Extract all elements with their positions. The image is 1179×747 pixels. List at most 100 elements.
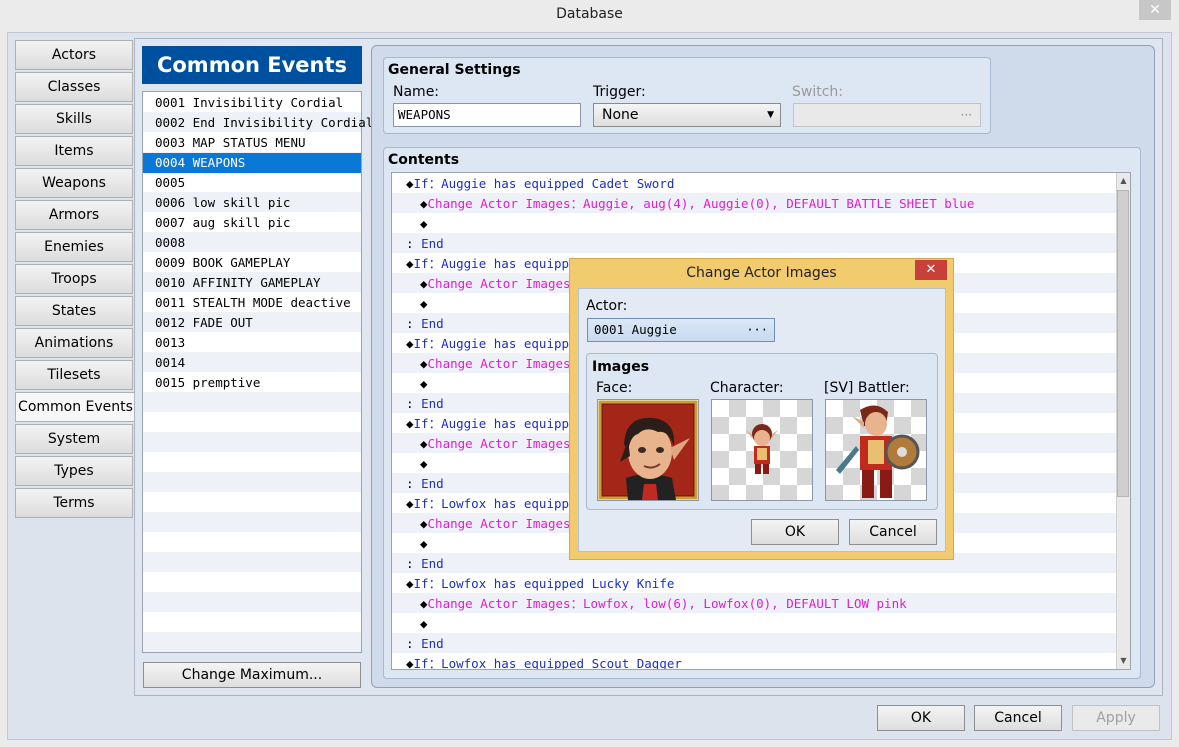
command-line[interactable]: ◆Change Actor Images：Auggie, aug(4), Aug… <box>392 194 1116 214</box>
dialog-cancel-button[interactable]: Cancel <box>849 519 937 545</box>
contents-scrollbar-thumb[interactable] <box>1117 190 1129 497</box>
diamond-icon: ◆ <box>420 436 428 451</box>
battler-label: [SV] Battler: <box>824 380 910 396</box>
list-item[interactable]: 0006 low skill pic <box>143 193 361 213</box>
tab-states[interactable]: States <box>15 296 133 326</box>
command-text: End <box>421 556 444 571</box>
tab-animations[interactable]: Animations <box>15 328 133 358</box>
cancel-button[interactable]: Cancel <box>974 705 1062 731</box>
dialog-title: Change Actor Images <box>686 265 837 281</box>
command-text: : <box>406 476 422 491</box>
contents-title: Contents <box>388 152 460 168</box>
actor-selector[interactable]: 0001 Auggie ··· <box>587 318 775 342</box>
list-item[interactable]: 0012 FADE OUT <box>143 313 361 333</box>
command-line[interactable]: ◆If：Lowfox has equipped Lucky Knife <box>392 574 1116 594</box>
list-item[interactable]: 0004 WEAPONS <box>143 153 361 173</box>
command-line[interactable]: : End <box>392 634 1116 654</box>
diamond-icon: ◆ <box>406 496 414 511</box>
command-text: End <box>421 236 444 251</box>
face-image-box[interactable] <box>597 399 699 501</box>
diamond-icon: ◆ <box>406 416 414 431</box>
list-item[interactable]: 0009 BOOK GAMEPLAY <box>143 253 361 273</box>
change-maximum-button[interactable]: Change Maximum... <box>143 662 361 688</box>
character-image-box[interactable] <box>711 399 813 501</box>
command-text: : <box>406 236 422 251</box>
ellipsis-icon: ··· <box>746 323 768 337</box>
command-text: If：Lowfox has equipped Scout Dagger <box>413 656 682 670</box>
command-text: Change Actor Images：Lowfox, low(6), Lowf… <box>427 596 907 611</box>
command-text: Change Actor Images <box>427 516 571 531</box>
battler-image-box[interactable] <box>825 399 927 501</box>
diamond-icon: ◆ <box>406 256 414 271</box>
diamond-icon: ◆ <box>420 376 428 391</box>
diamond-icon: ◆ <box>420 536 428 551</box>
tab-common-events[interactable]: Common Events <box>15 392 135 422</box>
tab-classes[interactable]: Classes <box>15 72 133 102</box>
list-item[interactable]: 0010 AFFINITY GAMEPLAY <box>143 273 361 293</box>
trigger-select[interactable]: None ▼ <box>593 103 781 127</box>
tab-enemies[interactable]: Enemies <box>15 232 133 262</box>
tab-items[interactable]: Items <box>15 136 133 166</box>
name-label: Name: <box>393 84 440 100</box>
window-title: Database <box>556 6 623 22</box>
diamond-icon: ◆ <box>406 336 414 351</box>
command-line[interactable]: ◆ <box>392 214 1116 234</box>
tab-troops[interactable]: Troops <box>15 264 133 294</box>
tab-weapons[interactable]: Weapons <box>15 168 133 198</box>
list-item[interactable]: 0011 STEALTH MODE deactive <box>143 293 361 313</box>
diamond-icon: ◆ <box>406 576 414 591</box>
command-text: End <box>421 396 444 411</box>
command-line[interactable]: ◆If：Lowfox has equipped Scout Dagger <box>392 654 1116 670</box>
close-icon: ✕ <box>925 262 937 277</box>
apply-button[interactable]: Apply <box>1072 705 1160 731</box>
diamond-icon: ◆ <box>420 516 428 531</box>
switch-label: Switch: <box>792 84 844 100</box>
diamond-icon: ◆ <box>420 296 428 311</box>
list-item[interactable]: 0008 <box>143 233 361 253</box>
tab-armors[interactable]: Armors <box>15 200 133 230</box>
actor-label: Actor: <box>586 298 628 314</box>
tab-tilesets[interactable]: Tilesets <box>15 360 133 390</box>
tab-types[interactable]: Types <box>15 456 133 486</box>
dialog-close-button[interactable]: ✕ <box>915 260 947 280</box>
switch-selector[interactable]: ··· <box>793 103 981 127</box>
trigger-value: None <box>602 107 639 123</box>
general-settings-title: General Settings <box>388 62 521 78</box>
common-events-list[interactable]: 0001 Invisibility Cordial 0002 End Invisi… <box>142 91 373 653</box>
dialog-ok-button[interactable]: OK <box>751 519 839 545</box>
list-item[interactable]: 0002 End Invisibility Cordial <box>143 113 373 133</box>
command-text: End <box>421 476 444 491</box>
list-item[interactable]: 0007 aug skill pic <box>143 213 361 233</box>
command-text: If：Auggie has equipped <box>413 256 585 271</box>
command-text: End <box>421 316 444 331</box>
window-close-button[interactable]: ✕ <box>1139 0 1171 20</box>
list-item[interactable]: 0013 <box>143 333 361 353</box>
command-text: If：Auggie has equipped <box>413 416 585 431</box>
command-text: If：Auggie has equipped <box>413 336 585 351</box>
list-item[interactable]: 0014 <box>143 353 361 373</box>
ok-button[interactable]: OK <box>877 705 965 731</box>
command-line[interactable]: : End <box>392 234 1116 254</box>
list-item[interactable]: 0003 MAP STATUS MENU <box>143 133 361 153</box>
tab-actors[interactable]: Actors <box>15 40 133 70</box>
name-input[interactable]: WEAPONS <box>393 103 581 127</box>
command-text: : <box>406 316 422 331</box>
tab-terms[interactable]: Terms <box>15 488 133 518</box>
diamond-icon: ◆ <box>406 176 414 191</box>
diamond-icon: ◆ <box>420 456 428 471</box>
chevron-down-icon: ▼ <box>767 110 774 120</box>
command-text: Change Actor Images：Auggie, aug(4), Augg… <box>427 196 975 211</box>
command-line[interactable]: ◆If：Auggie has equipped Cadet Sword <box>392 174 1116 194</box>
scroll-down-icon[interactable]: ▼ <box>1117 653 1130 669</box>
list-item[interactable]: 0005 <box>143 173 361 193</box>
command-line[interactable]: ◆ <box>392 614 1116 634</box>
list-header: Common Events <box>142 46 362 84</box>
scroll-up-icon[interactable]: ▲ <box>1117 173 1130 189</box>
list-item[interactable]: 0001 Invisibility Cordial <box>143 93 361 113</box>
list-item[interactable]: 0015 premptive <box>143 373 361 393</box>
command-text: : <box>406 636 422 651</box>
character-label: Character: <box>710 380 784 396</box>
tab-skills[interactable]: Skills <box>15 104 133 134</box>
command-line[interactable]: ◆Change Actor Images：Lowfox, low(6), Low… <box>392 594 1116 614</box>
tab-system[interactable]: System <box>15 424 133 454</box>
